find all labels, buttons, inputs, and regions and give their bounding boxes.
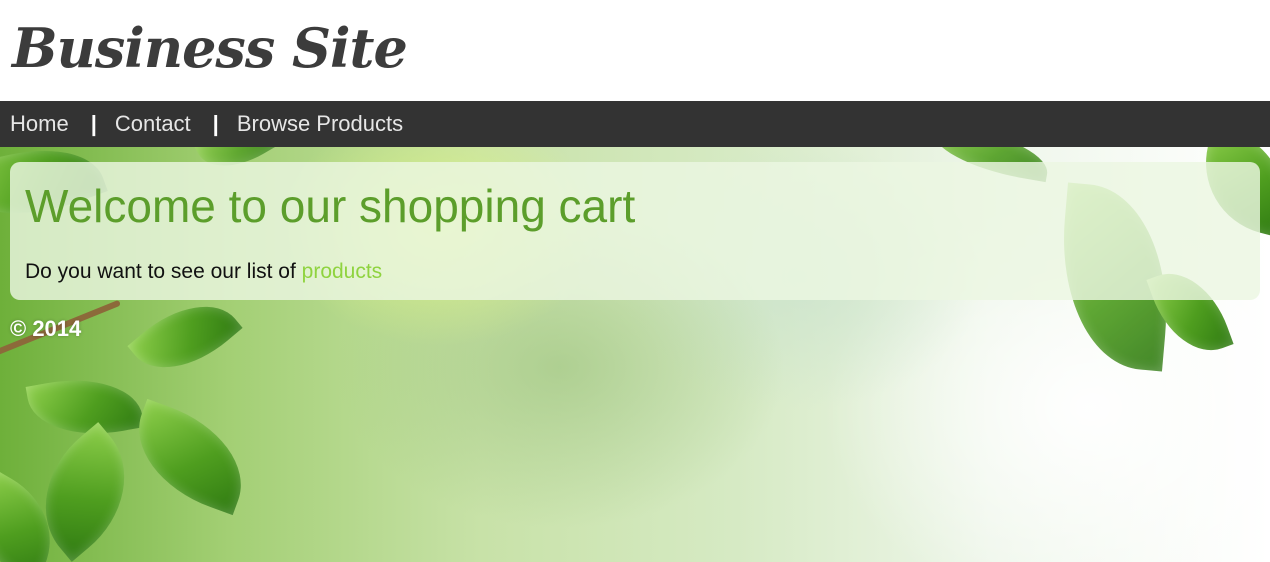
welcome-heading: Welcome to our shopping cart	[25, 180, 636, 232]
nav-link-browse-products[interactable]: Browse Products	[237, 111, 403, 137]
products-link[interactable]: products	[302, 260, 383, 283]
nav-link-contact[interactable]: Contact	[115, 111, 191, 137]
nav-link-home[interactable]: Home	[10, 111, 69, 137]
site-header: Business Site	[0, 0, 1270, 101]
nav-separator: |	[212, 111, 219, 136]
welcome-panel: Welcome to our shopping cart Do you want…	[10, 162, 1260, 300]
nav-separator: |	[90, 111, 97, 136]
site-title[interactable]: Business Site	[12, 12, 408, 84]
copyright-footer: © 2014	[10, 316, 82, 341]
intro-text: Do you want to see our list of	[25, 260, 302, 283]
main-navbar: Home | Contact | Browse Products	[0, 101, 1270, 147]
leaf-graphic	[119, 398, 261, 516]
intro-paragraph: Do you want to see our list of products	[25, 260, 1245, 284]
